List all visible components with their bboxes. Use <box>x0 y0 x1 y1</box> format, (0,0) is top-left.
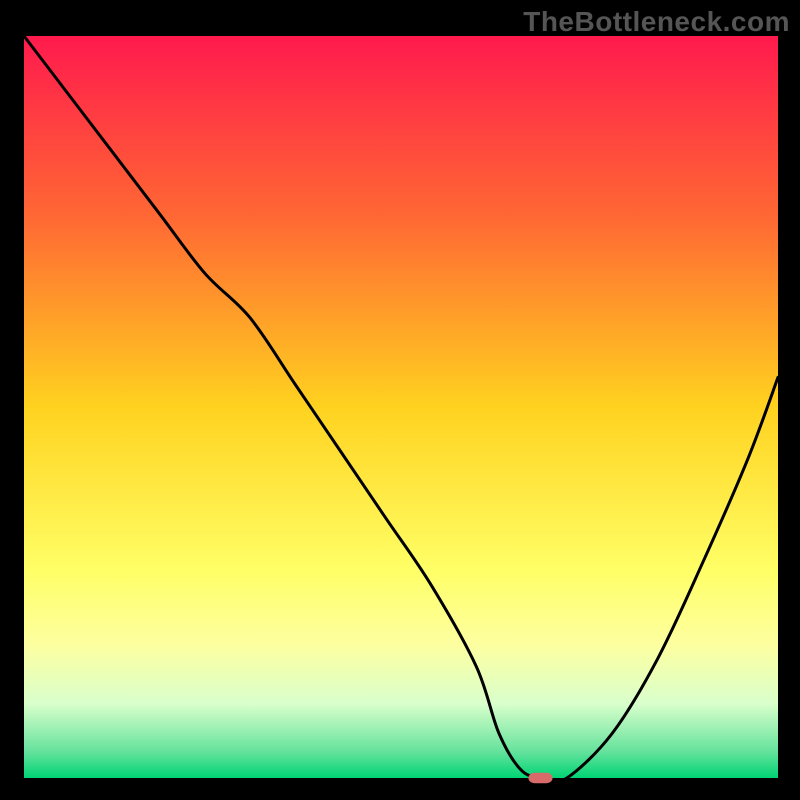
chart-container: TheBottleneck.com <box>0 0 800 800</box>
watermark-text: TheBottleneck.com <box>523 6 790 38</box>
bottleneck-chart <box>0 0 800 800</box>
optimal-marker <box>528 773 552 783</box>
plot-background <box>24 36 778 778</box>
